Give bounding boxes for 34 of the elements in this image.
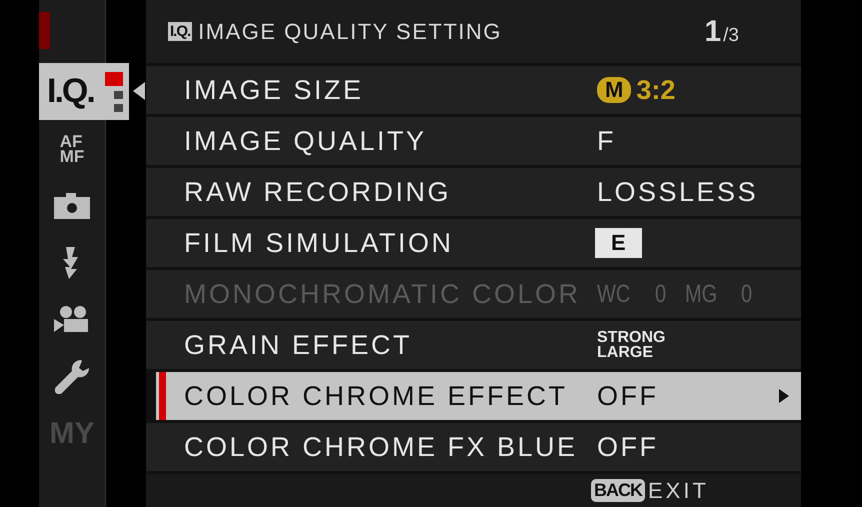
page-total: /3 bbox=[723, 24, 739, 46]
back-key[interactable]: BACK bbox=[591, 479, 645, 502]
row-label: RAW RECORDING bbox=[183, 176, 452, 208]
menu-row[interactable]: COLOR CHROME EFFECT OFF bbox=[156, 372, 801, 420]
iq-badge: I.Q. bbox=[168, 22, 192, 41]
setting-value: F bbox=[597, 126, 616, 156]
row-label: FILM SIMULATION bbox=[183, 228, 455, 258]
setting-value: 0 bbox=[654, 280, 666, 308]
size-badge: M bbox=[597, 77, 632, 103]
row-label: IMAGE SIZE bbox=[183, 74, 365, 106]
row-label: GRAIN EFFECT bbox=[183, 330, 414, 360]
row-label: COLOR CHROME EFFECT bbox=[183, 380, 569, 412]
row-label: COLOR CHROME FX BLUE bbox=[183, 432, 579, 462]
menu-row[interactable]: IMAGE QUALITY F bbox=[146, 117, 801, 165]
af-mf-tab[interactable]: AF MF bbox=[39, 120, 105, 177]
row-label: IMAGE QUALITY bbox=[183, 126, 428, 156]
menu-row[interactable]: COLOR CHROME FX BLUE OFF bbox=[146, 423, 801, 471]
setting-value: OFF bbox=[597, 380, 658, 412]
setting-value: STRONG LARGE bbox=[597, 330, 666, 360]
setting-value: MG bbox=[684, 280, 717, 308]
film-simulation-badge: E bbox=[597, 230, 640, 256]
setting-value: 0 bbox=[740, 280, 752, 308]
exit-label: EXIT bbox=[648, 478, 709, 504]
row-label: MONOCHROMATIC COLOR bbox=[183, 278, 582, 310]
menu-title: IMAGE QUALITY SETTING bbox=[198, 18, 502, 44]
menu-row[interactable]: GRAIN EFFECT STRONG LARGE bbox=[146, 321, 801, 369]
menu-row[interactable]: RAW RECORDING LOSSLESS bbox=[146, 168, 801, 216]
menu-row[interactable]: FILM SIMULATION E bbox=[146, 219, 801, 267]
setting-value: OFF bbox=[597, 432, 658, 462]
menu-row[interactable]: IMAGE SIZE M 3:2 bbox=[146, 66, 801, 114]
aspect-ratio: 3:2 bbox=[636, 74, 676, 106]
setting-value: WC bbox=[597, 280, 630, 308]
setting-value: LOSSLESS bbox=[597, 176, 758, 208]
page-number: 1 bbox=[704, 14, 722, 48]
